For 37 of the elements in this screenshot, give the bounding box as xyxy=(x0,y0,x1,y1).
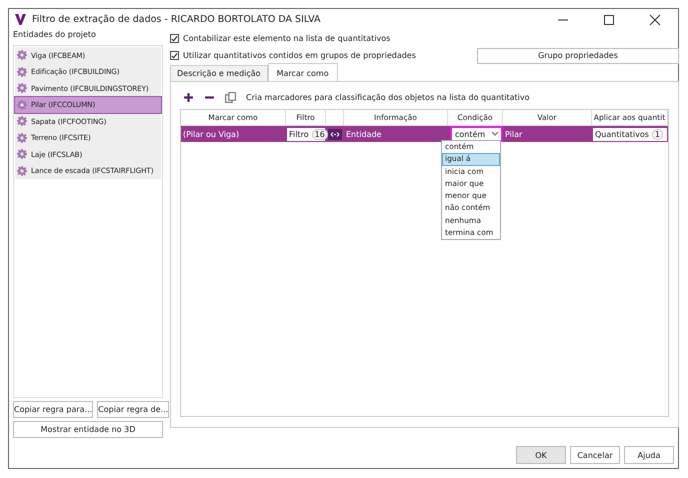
tab[interactable]: Descrição e medição xyxy=(170,65,268,81)
apply-button[interactable]: Quantitativos 1 xyxy=(593,128,667,140)
copy-rule-button[interactable]: Copiar regra de... xyxy=(97,401,170,418)
logo-icon xyxy=(15,14,26,25)
window-title: Filtro de extração de dados - RICARDO BORTOLATO DA SILVA xyxy=(32,14,321,25)
copy-rule-button[interactable]: Copiar regra para... xyxy=(13,401,94,418)
tab[interactable]: Marcar como xyxy=(268,63,338,81)
count-badge: 1 xyxy=(652,128,663,140)
gear-icon xyxy=(17,66,27,77)
table-cell-text: (Pilar ou Viga) xyxy=(182,130,240,138)
checkbox-label: Contabilizar este elemento na lista de quantitativos xyxy=(183,34,390,43)
link-icon[interactable] xyxy=(328,128,342,140)
table-cell-text: Pilar xyxy=(504,130,524,138)
add-icon[interactable] xyxy=(183,92,194,102)
gear-icon xyxy=(17,132,27,143)
toolbar-hint: Cria marcadores para classificação dos objetos na lista do quantitativo xyxy=(246,92,530,102)
caret-icon xyxy=(492,132,498,136)
gear-icon xyxy=(17,166,27,176)
gear-icon xyxy=(17,100,27,110)
section-label: Entidades do projeto xyxy=(13,30,97,41)
gear-icon xyxy=(17,149,27,160)
copy-icon[interactable] xyxy=(225,92,236,102)
dialog-button[interactable]: OK xyxy=(516,446,566,464)
gear-icon xyxy=(17,116,27,126)
show-3d-button[interactable]: Mostrar entidade no 3D xyxy=(13,421,163,438)
filter-button[interactable]: Filtro 16 xyxy=(287,128,325,140)
dialog-button[interactable]: Cancelar xyxy=(570,446,620,464)
dialog-button[interactable]: Ajuda xyxy=(624,446,674,464)
checkbox[interactable] xyxy=(170,34,179,43)
checkbox[interactable] xyxy=(170,51,179,60)
table-row[interactable]: (Pilar ou Viga) Filtro 16 Entidade contém Pilar Quantitativos 1 xyxy=(181,126,668,142)
table-cell-text: Entidade xyxy=(345,130,382,138)
property-group-button[interactable]: Grupo propriedades xyxy=(477,48,679,64)
count-badge: 16 xyxy=(312,128,328,140)
gear-icon xyxy=(17,50,27,60)
checkbox-label: Utilizar quantitativos contidos em grupos de propriedades xyxy=(183,51,416,60)
gear-icon xyxy=(17,83,27,94)
